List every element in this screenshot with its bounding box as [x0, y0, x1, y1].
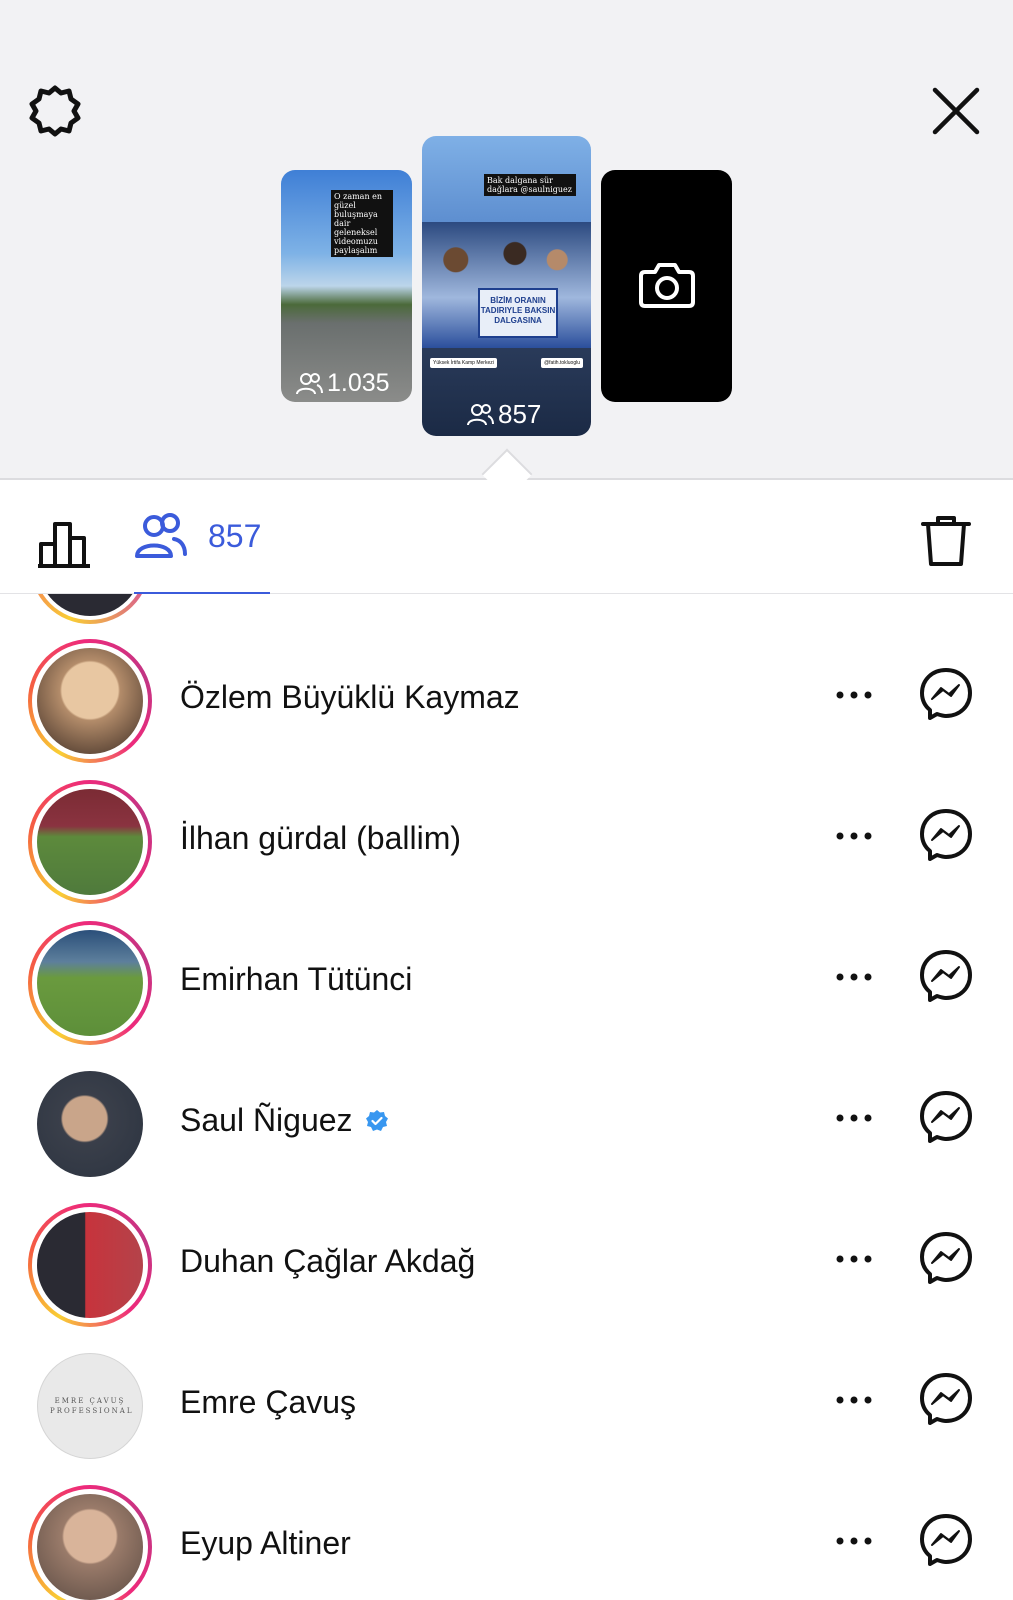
viewer-list[interactable]: Özlem Büyüklü Kaymaz İlhan gürdal (balli…	[0, 594, 1013, 1600]
people-icon	[467, 403, 494, 425]
viewer-tab-bar: 857	[0, 482, 1013, 594]
list-item[interactable]: EMRE ÇAVUŞ PROFESSIONAL Emre Çavuş	[0, 1329, 1013, 1470]
viewer-name[interactable]: Duhan Çağlar Akdağ	[180, 1243, 475, 1280]
avatar[interactable]	[28, 1062, 152, 1186]
list-item[interactable]: Emirhan Tütünci	[0, 906, 1013, 1047]
add-story-button[interactable]	[601, 170, 732, 402]
gear-icon[interactable]	[28, 84, 82, 138]
trash-icon[interactable]	[920, 512, 972, 568]
people-icon	[296, 372, 323, 394]
viewer-name[interactable]: Saul Ñiguez	[180, 1102, 389, 1139]
viewer-name[interactable]: Özlem Büyüklü Kaymaz	[180, 679, 520, 716]
story-view-count-value: 1.035	[327, 369, 390, 397]
messenger-icon[interactable]	[918, 948, 974, 1004]
camera-icon	[639, 263, 695, 308]
viewer-name-text: Emirhan Tütünci	[180, 961, 413, 997]
viewer-name[interactable]: Eyup Altiner	[180, 1525, 351, 1562]
bar-chart-icon[interactable]	[38, 514, 94, 570]
viewer-name-text: Emre Çavuş	[180, 1384, 357, 1420]
messenger-icon[interactable]	[918, 1512, 974, 1568]
avatar[interactable]	[30, 594, 150, 624]
story-view-count: 857	[466, 399, 541, 430]
avatar[interactable]	[28, 1485, 152, 1600]
avatar[interactable]	[28, 639, 152, 763]
viewer-name-text: Duhan Çağlar Akdağ	[180, 1243, 476, 1279]
viewer-name-text: Özlem Büyüklü Kaymaz	[180, 679, 520, 715]
viewer-name-text: Saul Ñiguez	[180, 1102, 353, 1138]
more-options-icon[interactable]	[832, 1103, 876, 1133]
story-view-count: 1.035	[295, 369, 390, 398]
story-banner: BİZİM ORANIN TADIRIYLE BAKSIN DALGASINA	[478, 288, 558, 338]
messenger-icon[interactable]	[918, 666, 974, 722]
more-options-icon[interactable]	[832, 821, 876, 851]
list-item[interactable]: Özlem Büyüklü Kaymaz	[0, 624, 1013, 765]
mention-tag: @fatih.tokluoglu	[541, 358, 583, 368]
location-tag: Yüksek İrtifa Kamp Merkezi	[430, 358, 497, 368]
tab-viewers[interactable]: 857	[134, 512, 261, 560]
more-options-icon[interactable]	[832, 680, 876, 710]
viewer-name-text: İlhan gürdal (ballim)	[180, 820, 462, 856]
viewers-count: 857	[208, 517, 262, 554]
messenger-icon[interactable]	[918, 807, 974, 863]
list-item[interactable]: Saul Ñiguez	[0, 1047, 1013, 1188]
more-options-icon[interactable]	[832, 1385, 876, 1415]
story-preview-area: O zaman en güzel buluşmaya dair geleneks…	[0, 0, 1013, 480]
more-options-icon[interactable]	[832, 1526, 876, 1556]
close-icon[interactable]	[929, 84, 983, 138]
story-thumbnail-current[interactable]: Bak dalgana sür dağlara @saulniguez BİZİ…	[422, 136, 591, 436]
messenger-icon[interactable]	[918, 1371, 974, 1427]
avatar[interactable]	[28, 921, 152, 1045]
story-thumbnail-previous[interactable]: O zaman en güzel buluşmaya dair geleneks…	[281, 170, 412, 402]
more-options-icon[interactable]	[832, 962, 876, 992]
list-item[interactable]: Eyup Altiner	[0, 1470, 1013, 1600]
story-tags: Yüksek İrtifa Kamp Merkezi @fatih.tokluo…	[430, 358, 583, 368]
messenger-icon[interactable]	[918, 1089, 974, 1145]
messenger-icon[interactable]	[918, 1230, 974, 1286]
people-icon	[135, 513, 187, 558]
viewer-name[interactable]: Emre Çavuş	[180, 1384, 356, 1421]
story-view-count-value: 857	[498, 399, 542, 429]
list-item[interactable]: Duhan Çağlar Akdağ	[0, 1188, 1013, 1329]
avatar[interactable]	[28, 780, 152, 904]
list-item[interactable]: İlhan gürdal (ballim)	[0, 765, 1013, 906]
story-caption: Bak dalgana sür dağlara @saulniguez	[484, 174, 576, 196]
story-caption: O zaman en güzel buluşmaya dair geleneks…	[331, 190, 393, 257]
brand-logo-text: EMRE ÇAVUŞ PROFESSIONAL	[50, 1397, 134, 1415]
avatar[interactable]: EMRE ÇAVUŞ PROFESSIONAL	[28, 1344, 152, 1468]
viewer-name[interactable]: İlhan gürdal (ballim)	[180, 820, 461, 857]
avatar[interactable]	[28, 1203, 152, 1327]
more-options-icon[interactable]	[832, 1244, 876, 1274]
viewer-name-text: Eyup Altiner	[180, 1525, 351, 1561]
viewer-name[interactable]: Emirhan Tütünci	[180, 961, 412, 998]
verified-badge-icon	[365, 1109, 388, 1131]
